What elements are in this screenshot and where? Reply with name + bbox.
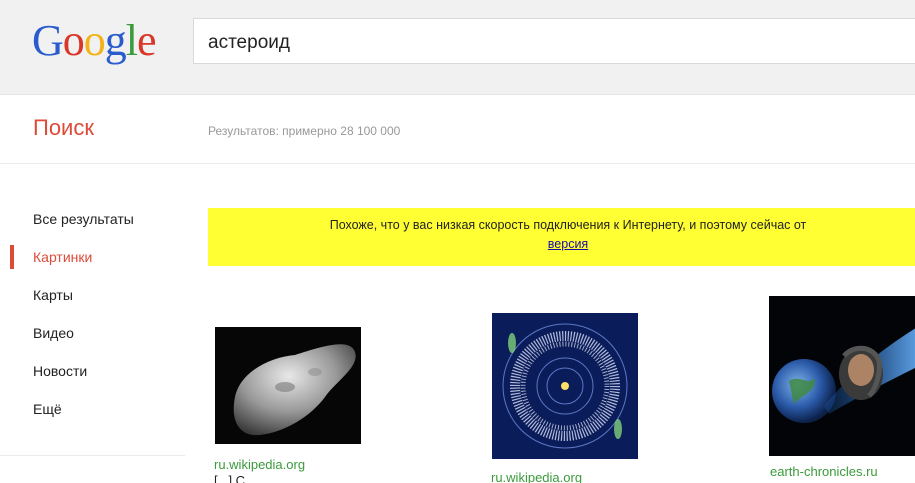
sidebar-item-all[interactable]: Все результаты [0, 200, 185, 238]
result-thumbnail[interactable] [215, 327, 361, 444]
sidebar-divider [0, 455, 185, 456]
logo-letter: o [62, 16, 85, 65]
basic-version-link[interactable]: версия [548, 237, 588, 251]
logo-letter: e [137, 16, 157, 65]
sidebar-item-more[interactable]: Ещё [0, 390, 185, 428]
logo-letter: o [83, 16, 106, 65]
earth-and-asteroid-art [769, 296, 915, 456]
logo-letter: g [104, 16, 127, 65]
google-logo[interactable]: Google [32, 16, 157, 66]
page-title: Поиск [33, 115, 94, 140]
result-domain-link[interactable]: earth-chronicles.ru [770, 464, 878, 479]
result-thumbnail[interactable] [492, 313, 638, 459]
sidebar: Все результаты Картинки Карты Видео Ново… [0, 200, 185, 428]
search-input[interactable] [206, 27, 910, 59]
logo-letter: l [125, 16, 138, 65]
search-box[interactable] [193, 18, 915, 64]
result-thumbnail[interactable] [769, 296, 915, 456]
logo-letter: G [32, 16, 64, 65]
sidebar-item-news[interactable]: Новости [0, 352, 185, 390]
result-domain-link[interactable]: ru.wikipedia.org [214, 457, 305, 472]
sidebar-item-maps[interactable]: Карты [0, 276, 185, 314]
header-divider [0, 163, 915, 164]
top-bar: Google [0, 0, 915, 95]
slow-connection-notice: Похоже, что у вас низкая скорость подклю… [208, 208, 915, 266]
notice-text: Похоже, что у вас низкая скорость подклю… [329, 218, 807, 232]
asteroid-belt-diagram [492, 313, 638, 459]
result-caption: [...] С... [214, 473, 256, 483]
asteroid-photo [215, 327, 361, 444]
results-count: Результатов: примерно 28 100 000 [208, 124, 401, 138]
sidebar-item-video[interactable]: Видео [0, 314, 185, 352]
google-images-results-page: Google Поиск Результатов: примерно 28 10… [0, 0, 915, 483]
result-domain-link[interactable]: ru.wikipedia.org [491, 470, 582, 483]
sidebar-item-images[interactable]: Картинки [0, 238, 185, 276]
